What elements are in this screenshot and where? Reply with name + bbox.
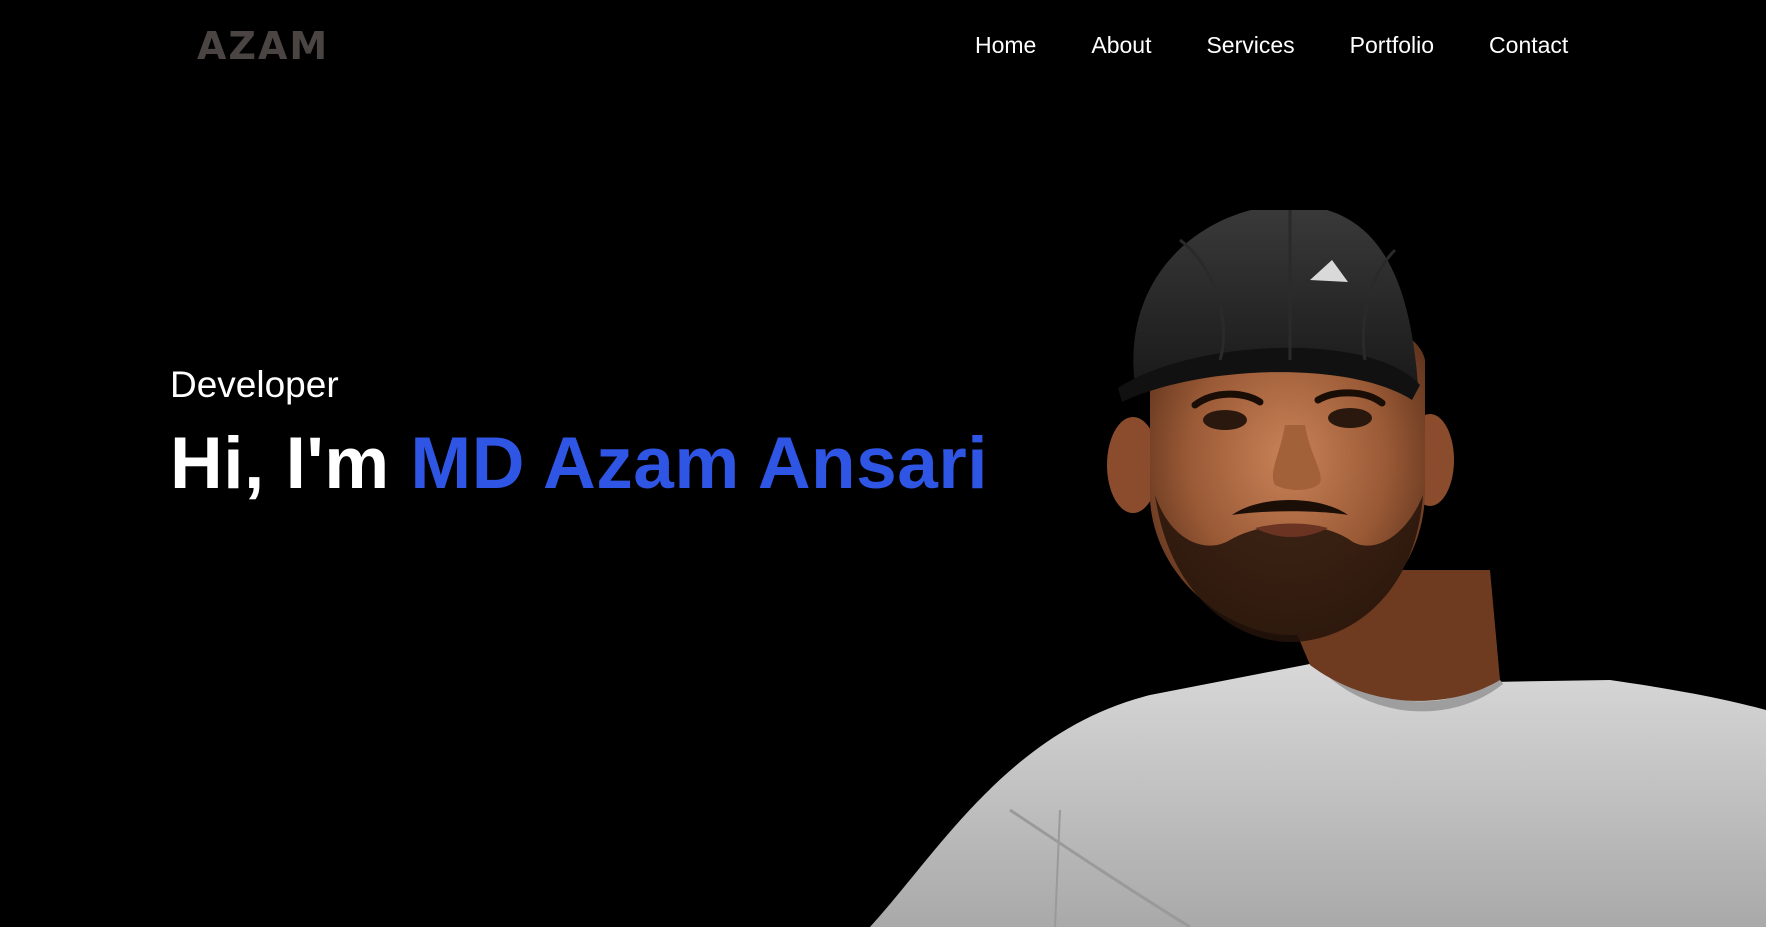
hero-greeting: Hi, I'm — [170, 423, 390, 504]
main-nav: Home About Services Portfolio Contact — [975, 28, 1568, 62]
nav-link-portfolio[interactable]: Portfolio — [1350, 28, 1434, 62]
nav-link-contact[interactable]: Contact — [1489, 28, 1568, 62]
site-logo[interactable]: AZAM — [197, 22, 329, 70]
profile-photo-icon — [870, 210, 1766, 927]
logo-text: AZAM — [197, 24, 330, 68]
nav-link-services[interactable]: Services — [1206, 28, 1294, 62]
page: AZAM Home About Services Portfolio Conta… — [0, 0, 1766, 927]
nav-link-home[interactable]: Home — [975, 28, 1036, 62]
nav-link-about[interactable]: About — [1091, 28, 1151, 62]
shirt-shape — [870, 662, 1766, 927]
